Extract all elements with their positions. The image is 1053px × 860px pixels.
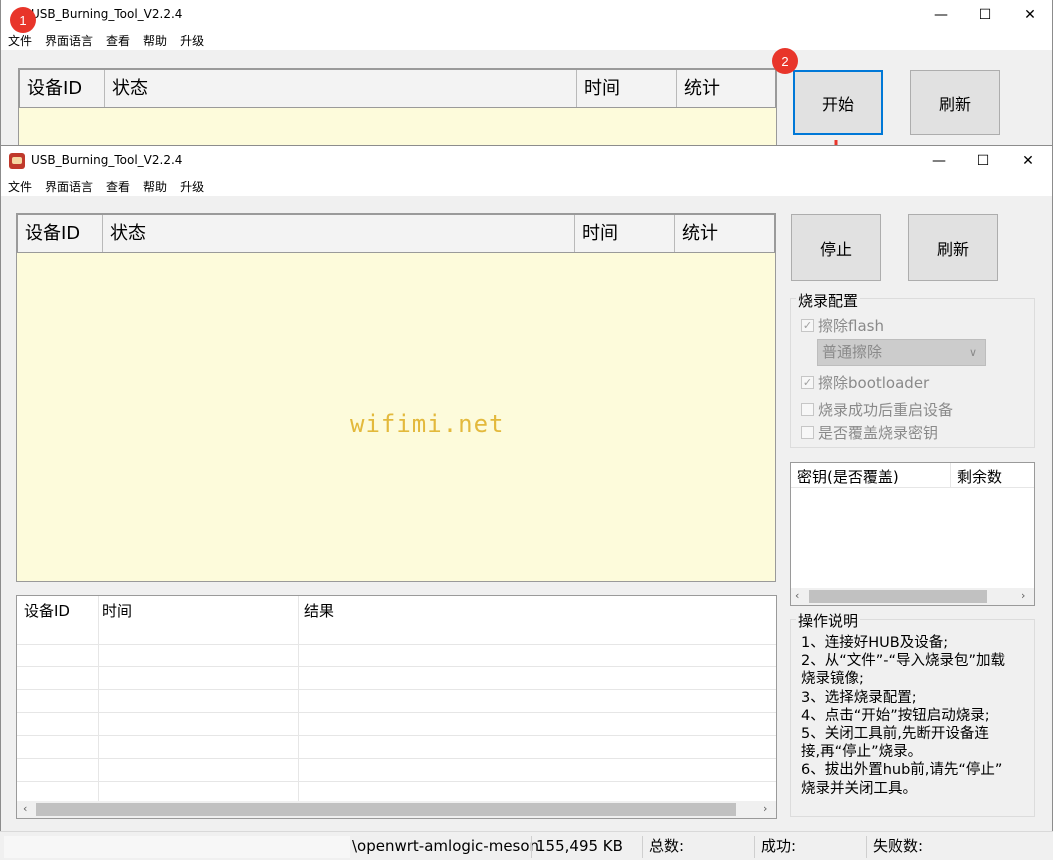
back-menu-bar: 文件 界面语言 查看 帮助 升级 bbox=[1, 30, 1052, 50]
chevron-down-icon: ∨ bbox=[968, 346, 977, 359]
instructions-title: 操作说明 bbox=[796, 610, 861, 631]
close-icon[interactable]: ✕ bbox=[1005, 146, 1051, 176]
checkbox-checked-icon: ✓ bbox=[801, 376, 814, 389]
status-total: 总数: bbox=[649, 837, 685, 855]
col-log-time[interactable]: 时间 bbox=[102, 600, 132, 621]
key-list-scrollbar[interactable]: ‹ › bbox=[791, 588, 1034, 605]
scroll-right-icon[interactable]: › bbox=[763, 802, 767, 815]
col-device-id[interactable]: 设备ID bbox=[20, 70, 105, 107]
log-list[interactable] bbox=[16, 595, 777, 819]
front-menu-bar: 文件 界面语言 查看 帮助 升级 bbox=[1, 176, 1052, 196]
scroll-thumb[interactable] bbox=[809, 590, 987, 603]
checkbox-unchecked-icon bbox=[801, 426, 814, 439]
back-refresh-button[interactable]: 刷新 bbox=[910, 70, 1000, 135]
log-list-scrollbar[interactable]: ‹ › bbox=[17, 801, 776, 818]
checkbox-checked-icon: ✓ bbox=[801, 319, 814, 332]
col-device-id[interactable]: 设备ID bbox=[18, 215, 103, 252]
menu-upgrade[interactable]: 升级 bbox=[180, 32, 204, 49]
erase-mode-select[interactable]: 普通擦除 ∨ bbox=[817, 339, 986, 366]
scroll-thumb[interactable] bbox=[36, 803, 736, 816]
reboot-after-checkbox[interactable]: 烧录成功后重启设备 bbox=[801, 399, 953, 420]
col-stats[interactable]: 统计 bbox=[675, 215, 775, 252]
back-title-bar: USB_Burning_Tool_V2.2.4 — ☐ ✕ bbox=[1, 0, 1052, 30]
status-blurred-region bbox=[4, 836, 350, 858]
log-list-header: 设备ID 时间 结果 bbox=[17, 596, 776, 622]
menu-view[interactable]: 查看 bbox=[106, 178, 130, 195]
checkbox-unchecked-icon bbox=[801, 403, 814, 416]
scroll-left-icon[interactable]: ‹ bbox=[795, 589, 799, 602]
col-status[interactable]: 状态 bbox=[103, 215, 575, 252]
minimize-icon[interactable]: — bbox=[918, 0, 964, 30]
back-device-grid-header: 设备ID 状态 时间 统计 bbox=[19, 69, 776, 108]
maximize-icon[interactable]: ☐ bbox=[962, 0, 1008, 30]
erase-flash-checkbox[interactable]: ✓ 擦除flash bbox=[801, 315, 884, 336]
col-log-device-id[interactable]: 设备ID bbox=[24, 600, 70, 621]
back-window-title: USB_Burning_Tool_V2.2.4 bbox=[31, 7, 183, 21]
col-stats[interactable]: 统计 bbox=[677, 70, 777, 107]
menu-upgrade[interactable]: 升级 bbox=[180, 178, 204, 195]
status-failed: 失败数: bbox=[873, 837, 924, 855]
menu-help[interactable]: 帮助 bbox=[143, 32, 167, 49]
col-remaining[interactable]: 剩余数 bbox=[957, 466, 1002, 487]
front-window-title: USB_Burning_Tool_V2.2.4 bbox=[31, 153, 183, 167]
scroll-left-icon[interactable]: ‹ bbox=[23, 802, 27, 815]
menu-view[interactable]: 查看 bbox=[106, 32, 130, 49]
step-badge-1: 1 bbox=[10, 7, 36, 33]
maximize-icon[interactable]: ☐ bbox=[960, 146, 1006, 176]
status-success: 成功: bbox=[761, 837, 797, 855]
menu-language[interactable]: 界面语言 bbox=[45, 178, 93, 195]
minimize-icon[interactable]: — bbox=[916, 146, 962, 176]
col-time[interactable]: 时间 bbox=[575, 215, 675, 252]
erase-bootloader-checkbox[interactable]: ✓ 擦除bootloader bbox=[801, 372, 929, 393]
col-status[interactable]: 状态 bbox=[105, 70, 577, 107]
front-title-bar: USB_Burning_Tool_V2.2.4 — ☐ ✕ bbox=[1, 146, 1052, 176]
close-icon[interactable]: ✕ bbox=[1007, 0, 1053, 30]
col-key[interactable]: 密钥(是否覆盖) bbox=[797, 466, 899, 487]
col-time[interactable]: 时间 bbox=[577, 70, 677, 107]
menu-language[interactable]: 界面语言 bbox=[45, 32, 93, 49]
col-log-result[interactable]: 结果 bbox=[304, 600, 334, 621]
stop-button[interactable]: 停止 bbox=[791, 214, 881, 281]
instructions-text: 1、连接好HUB及设备; 2、从“文件”-“导入烧录包”加载 烧录镜像; 3、选… bbox=[801, 635, 1006, 797]
start-button[interactable]: 开始 bbox=[793, 70, 883, 135]
overwrite-key-checkbox[interactable]: 是否覆盖烧录密钥 bbox=[801, 422, 938, 443]
step-badge-2: 2 bbox=[772, 48, 798, 74]
burn-config-title: 烧录配置 bbox=[796, 290, 861, 311]
key-list-header: 密钥(是否覆盖) 剩余数 bbox=[791, 463, 1034, 488]
back-window: USB_Burning_Tool_V2.2.4 — ☐ ✕ 文件 界面语言 查看… bbox=[0, 0, 1053, 146]
device-grid-header: 设备ID 状态 时间 统计 bbox=[17, 214, 775, 253]
menu-file[interactable]: 文件 bbox=[8, 32, 32, 49]
device-grid[interactable] bbox=[16, 213, 776, 582]
menu-help[interactable]: 帮助 bbox=[143, 178, 167, 195]
menu-file[interactable]: 文件 bbox=[8, 178, 32, 195]
refresh-button[interactable]: 刷新 bbox=[908, 214, 998, 281]
scroll-right-icon[interactable]: › bbox=[1021, 589, 1025, 602]
status-size: 155,495 KB bbox=[536, 837, 623, 855]
watermark: wifimi.net bbox=[350, 410, 505, 438]
status-path: \openwrt-amlogic-meson bbox=[352, 837, 540, 855]
